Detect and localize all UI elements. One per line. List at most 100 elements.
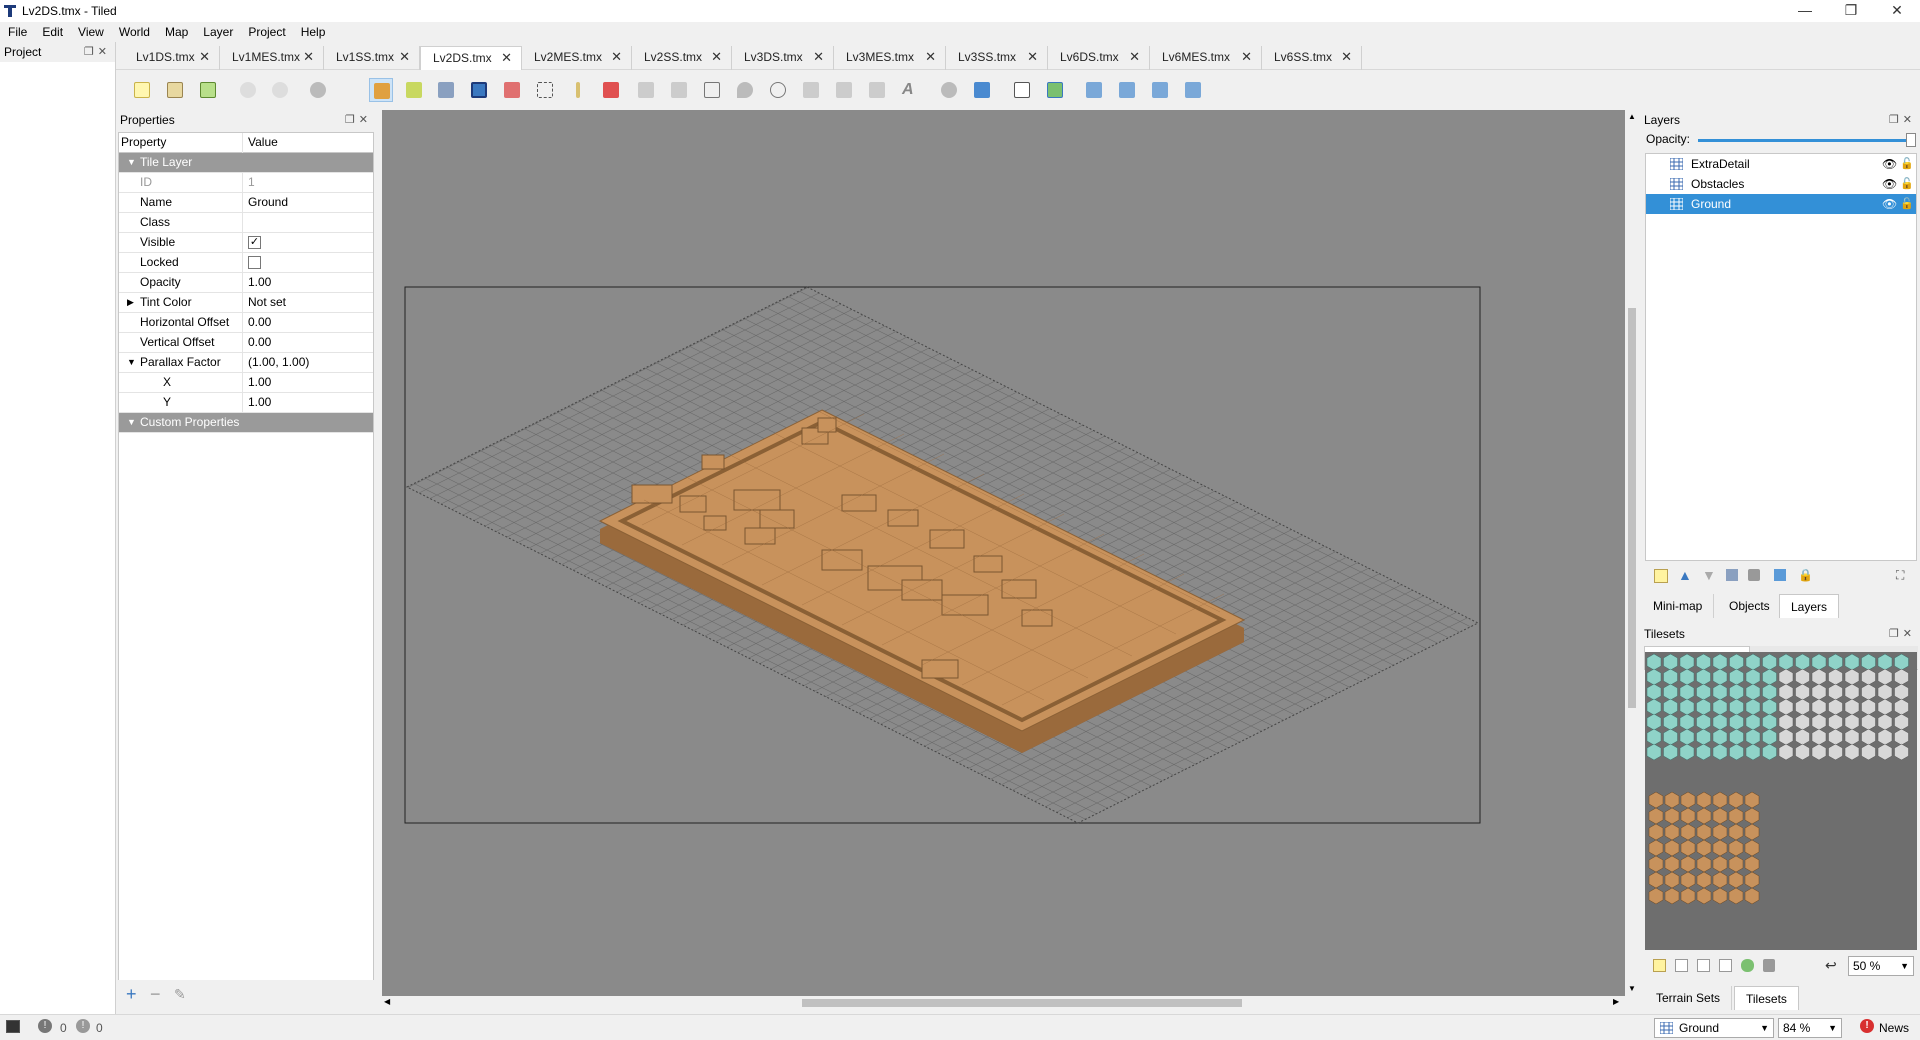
tile-swatch[interactable] <box>1696 698 1711 716</box>
tile-swatch[interactable] <box>1744 823 1760 841</box>
menu-view[interactable]: View <box>70 22 111 39</box>
tile-swatch[interactable] <box>1696 823 1712 841</box>
tile-swatch[interactable] <box>1811 683 1827 701</box>
tab-lv2ds[interactable]: Lv2DS.tmx ✕ <box>420 46 522 70</box>
insert-template-icon[interactable] <box>865 78 889 102</box>
tile-swatch[interactable] <box>1696 653 1711 671</box>
voffset-field[interactable]: 0.00 <box>244 333 271 352</box>
open-icon[interactable] <box>163 78 187 102</box>
terrain-brush-icon[interactable] <box>402 78 426 102</box>
tile-swatch[interactable] <box>1811 713 1827 731</box>
close-tab-icon[interactable]: ✕ <box>1129 46 1140 68</box>
row-visible[interactable]: Visible ✓ <box>119 233 373 253</box>
magic-wand-icon[interactable] <box>566 78 590 102</box>
tile-swatch[interactable] <box>1712 887 1728 905</box>
visibility-eye-icon[interactable]: 👁 <box>1882 174 1897 194</box>
visibility-eye-icon[interactable]: 👁 <box>1882 154 1897 174</box>
tile-swatch[interactable] <box>1745 683 1761 701</box>
tab-lv1ds[interactable]: Lv1DS.tmx ✕ <box>124 46 220 70</box>
bucket-fill-icon[interactable] <box>434 78 458 102</box>
tile-swatch[interactable] <box>1663 698 1678 716</box>
tile-swatch[interactable] <box>1712 871 1728 889</box>
tab-lv3mes[interactable]: Lv3MES.tmx ✕ <box>834 46 946 70</box>
visible-checkbox[interactable]: ✓ <box>248 236 261 250</box>
tile-swatch[interactable] <box>1663 668 1678 686</box>
tile-swatch[interactable] <box>1712 683 1728 701</box>
random-mode-icon[interactable] <box>1010 78 1034 102</box>
tile-swatch[interactable] <box>1762 698 1777 716</box>
tile-swatch[interactable] <box>1712 791 1728 809</box>
row-horizontal-offset[interactable]: Horizontal Offset 0.00 <box>119 313 373 333</box>
news-link[interactable]: News <box>1879 1021 1909 1035</box>
tile-swatch[interactable] <box>1696 683 1711 701</box>
add-property-icon[interactable]: + <box>126 984 137 1005</box>
tile-swatch[interactable] <box>1679 743 1695 761</box>
tile-swatch[interactable] <box>1877 698 1893 716</box>
row-locked[interactable]: Locked <box>119 253 373 273</box>
tab-mini-map[interactable]: Mini-map <box>1642 594 1715 618</box>
tile-swatch[interactable] <box>1648 871 1664 889</box>
parallax-x-field[interactable]: 1.00 <box>244 373 271 392</box>
tile-swatch[interactable] <box>1861 698 1876 716</box>
console-icon[interactable] <box>6 1020 20 1033</box>
tile-swatch[interactable] <box>1894 698 1909 716</box>
flip-horizontal-icon[interactable] <box>1082 78 1106 102</box>
scroll-down-icon[interactable]: ▼ <box>1628 984 1636 993</box>
group-custom-properties[interactable]: ▼ Custom Properties <box>119 413 373 433</box>
rename-property-icon[interactable]: ✎ <box>174 986 186 1003</box>
tile-swatch[interactable] <box>1696 807 1712 825</box>
tile-swatch[interactable] <box>1664 823 1680 841</box>
menu-map[interactable]: Map <box>157 22 195 39</box>
tile-swatch[interactable] <box>1648 855 1664 873</box>
tile-swatch[interactable] <box>1663 713 1678 731</box>
tab-lv1mes[interactable]: Lv1MES.tmx ✕ <box>220 46 324 70</box>
tile-swatch[interactable] <box>1861 713 1876 731</box>
tile-swatch[interactable] <box>1712 855 1728 873</box>
tab-lv3ss[interactable]: Lv3SS.tmx ✕ <box>946 46 1048 70</box>
float-icon[interactable]: ❐ <box>1889 628 1903 640</box>
tile-swatch[interactable] <box>1728 871 1744 889</box>
scroll-up-icon[interactable]: ▲ <box>1628 112 1636 121</box>
horizontal-scrollbar[interactable]: ◀ ▶ <box>382 996 1625 1010</box>
warning-icon[interactable]: ! <box>76 1019 90 1033</box>
export-tileset-icon[interactable] <box>1697 959 1710 972</box>
lower-layer-icon[interactable]: ▼ <box>1702 567 1716 583</box>
tab-lv3ds[interactable]: Lv3DS.tmx ✕ <box>732 46 834 70</box>
close-icon[interactable]: ✕ <box>1903 114 1916 126</box>
menu-world[interactable]: World <box>111 22 157 39</box>
layer-row-ground[interactable]: Ground 👁 🔓 <box>1646 194 1916 214</box>
minimize-button[interactable]: — <box>1782 0 1828 22</box>
move-icon[interactable] <box>970 78 994 102</box>
insert-polygon-icon[interactable] <box>799 78 823 102</box>
tile-swatch[interactable] <box>1894 653 1909 671</box>
tile-swatch[interactable] <box>1728 887 1744 905</box>
tile-swatch[interactable] <box>1795 713 1810 731</box>
tile-swatch[interactable] <box>1877 683 1893 701</box>
tile-swatch[interactable] <box>1680 855 1696 873</box>
horizontal-scroll-thumb[interactable] <box>802 999 1242 1007</box>
tile-swatch[interactable] <box>1679 698 1695 716</box>
embed-tileset-icon[interactable] <box>1675 959 1688 972</box>
error-icon[interactable]: ! <box>38 1019 52 1033</box>
row-vertical-offset[interactable]: Vertical Offset 0.00 <box>119 333 373 353</box>
tile-swatch[interactable] <box>1762 728 1777 746</box>
tile-swatch[interactable] <box>1778 683 1794 701</box>
tile-swatch[interactable] <box>1778 653 1794 671</box>
tile-swatch[interactable] <box>1646 698 1662 716</box>
select-objects-icon[interactable] <box>634 78 658 102</box>
unlock-icon[interactable]: 🔓 <box>1900 174 1914 194</box>
close-tab-icon[interactable]: ✕ <box>399 46 410 68</box>
tile-swatch[interactable] <box>1828 743 1843 761</box>
rect-select-icon[interactable] <box>533 78 557 102</box>
tile-swatch[interactable] <box>1894 668 1909 686</box>
tile-swatch[interactable] <box>1646 668 1662 686</box>
locked-checkbox[interactable] <box>248 256 261 270</box>
tile-swatch[interactable] <box>1844 683 1860 701</box>
stamp-brush-icon[interactable] <box>369 78 393 102</box>
tile-swatch[interactable] <box>1696 887 1712 905</box>
tile-swatch[interactable] <box>1648 807 1664 825</box>
tile-swatch[interactable] <box>1712 728 1728 746</box>
unlock-icon[interactable]: 🔓 <box>1900 154 1914 174</box>
duplicate-layer-icon[interactable] <box>1726 569 1738 581</box>
layer-list[interactable]: ExtraDetail 👁 🔓 Obstacles 👁 🔓 Ground 👁 🔓 <box>1645 153 1917 561</box>
